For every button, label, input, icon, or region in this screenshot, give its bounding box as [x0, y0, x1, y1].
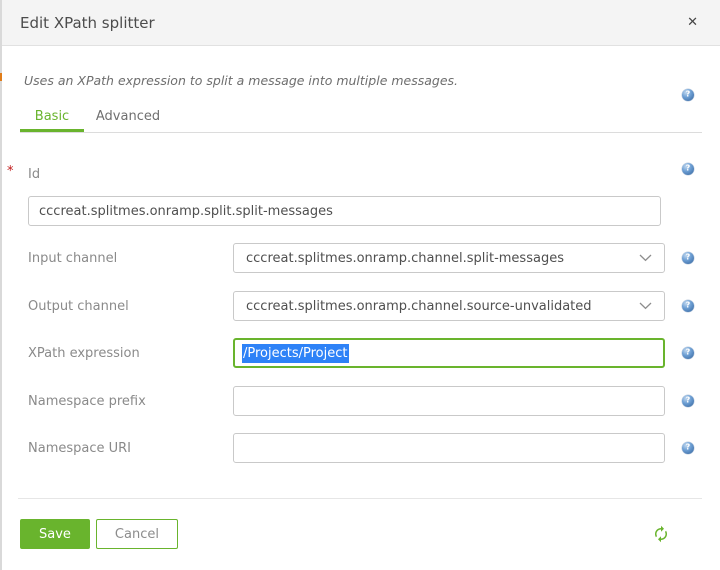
- xpath-selected-text: /Projects/Project: [242, 343, 349, 363]
- id-label: Id: [28, 167, 41, 182]
- chevron-down-icon: [639, 254, 652, 262]
- namespace-uri-row: Namespace URI ?: [28, 433, 694, 463]
- dialog-footer: Save Cancel: [0, 519, 720, 549]
- id-label-row: * Id ?: [7, 163, 694, 182]
- edit-xpath-splitter-dialog: Edit XPath splitter ✕ Uses an XPath expr…: [0, 0, 720, 570]
- refresh-icon[interactable]: [652, 525, 670, 543]
- namespace-uri-label: Namespace URI: [28, 440, 132, 456]
- footer-divider: [18, 498, 702, 499]
- help-icon[interactable]: ?: [682, 252, 694, 264]
- dialog-title: Edit XPath splitter: [20, 13, 155, 32]
- namespace-prefix-row: Namespace prefix ?: [28, 386, 694, 416]
- input-channel-select[interactable]: cccreat.splitmes.onramp.channel.split-me…: [233, 243, 665, 273]
- required-marker: *: [7, 164, 14, 179]
- dialog-description: Uses an XPath expression to split a mess…: [24, 73, 459, 88]
- help-icon[interactable]: ?: [682, 163, 694, 175]
- xpath-expression-label: XPath expression: [28, 345, 140, 361]
- xpath-expression-input[interactable]: /Projects/Project: [233, 338, 665, 368]
- output-channel-value: cccreat.splitmes.onramp.channel.source-u…: [246, 298, 592, 314]
- tab-advanced[interactable]: Advanced: [84, 102, 172, 132]
- dialog-header: Edit XPath splitter ✕: [0, 0, 720, 46]
- output-channel-label: Output channel: [28, 298, 129, 314]
- tab-basic[interactable]: Basic: [20, 102, 84, 132]
- help-icon[interactable]: ?: [682, 89, 694, 101]
- tab-bar: Basic Advanced: [20, 102, 702, 133]
- namespace-uri-input[interactable]: [233, 433, 665, 463]
- description-row: Uses an XPath expression to split a mess…: [24, 70, 694, 101]
- output-channel-row: Output channel cccreat.splitmes.onramp.c…: [28, 291, 694, 321]
- chevron-down-icon: [639, 302, 652, 310]
- output-channel-select[interactable]: cccreat.splitmes.onramp.channel.source-u…: [233, 291, 665, 321]
- underlying-page-accent: [0, 73, 2, 81]
- help-icon[interactable]: ?: [682, 347, 694, 359]
- namespace-prefix-label: Namespace prefix: [28, 393, 146, 409]
- input-channel-label: Input channel: [28, 250, 118, 266]
- input-channel-row: Input channel cccreat.splitmes.onramp.ch…: [28, 243, 694, 273]
- help-icon[interactable]: ?: [682, 395, 694, 407]
- close-icon[interactable]: ✕: [681, 12, 704, 33]
- input-channel-value: cccreat.splitmes.onramp.channel.split-me…: [246, 250, 564, 266]
- namespace-prefix-input[interactable]: [233, 386, 665, 416]
- xpath-expression-row: XPath expression /Projects/Project ?: [28, 338, 694, 368]
- save-button[interactable]: Save: [20, 519, 90, 549]
- cancel-button[interactable]: Cancel: [95, 519, 178, 549]
- help-icon[interactable]: ?: [682, 442, 694, 454]
- id-input[interactable]: [28, 196, 661, 226]
- underlying-page-edge: [0, 0, 2, 570]
- help-icon[interactable]: ?: [682, 300, 694, 312]
